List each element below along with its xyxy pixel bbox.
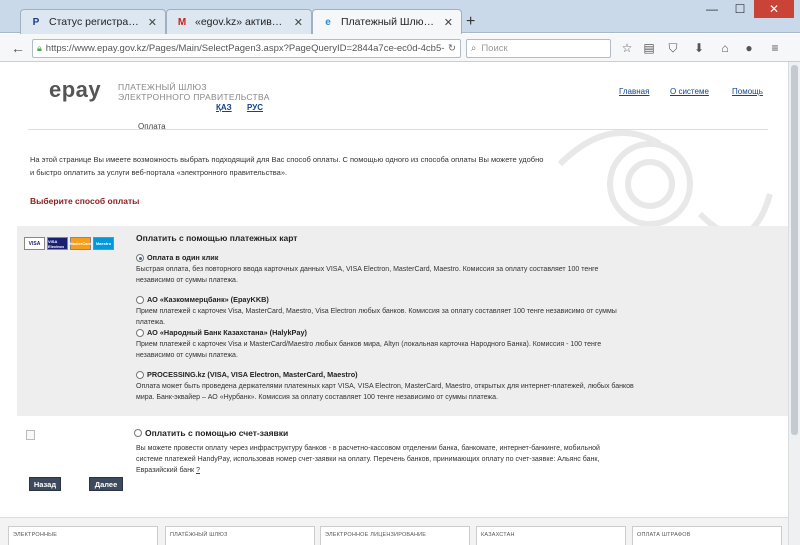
mastercard-icon: MasterCard xyxy=(70,237,92,250)
footer-banners: ЭЛЕКТРОННЫЕ ПЛАТЁЖНЫЙ ШЛЮЗ ЭЛЕКТРОННОЕ Л… xyxy=(0,517,788,545)
reload-icon[interactable]: ↻ xyxy=(444,43,460,54)
choose-payment-heading: Выберите способ оплаты xyxy=(30,196,140,206)
tab-bar: P Статус регистрации ✕ M «egov.kz» актив… xyxy=(0,0,800,34)
radio-processing[interactable] xyxy=(136,370,144,379)
invoice-desc-text: Вы можете провести оплату через инфрастр… xyxy=(136,445,600,474)
gmail-favicon-icon: M xyxy=(177,16,187,28)
radio-halyk[interactable] xyxy=(136,328,144,337)
vertical-scrollbar[interactable] xyxy=(788,62,800,545)
url-bar[interactable]: 🔒︎ https://www.epay.gov.kz/Pages/Main/Se… xyxy=(32,39,461,58)
tab-epay-gateway[interactable]: e Платежный Шлюз Электр... ✕ xyxy=(312,9,462,34)
epay-logo[interactable]: epay xyxy=(49,77,101,103)
footer-banner-egov[interactable]: ЭЛЕКТРОННЫЕ xyxy=(8,526,158,545)
home-icon[interactable]: ⌂ xyxy=(716,39,734,57)
search-field[interactable]: ⌕ Поиск xyxy=(466,39,611,58)
option-title: АО «Народный Банк Казахстана» (HalykPay) xyxy=(147,328,307,337)
option-processing: PROCESSING.kz (VISA, VISA Electron, Mast… xyxy=(136,369,636,403)
chat-icon[interactable]: ● xyxy=(740,39,758,57)
site-tagline: ПЛАТЕЖНЫЙ ШЛЮЗ ЭЛЕКТРОННОГО ПРАВИТЕЛЬСТВ… xyxy=(118,82,270,102)
tab-title: Статус регистрации xyxy=(49,16,142,28)
tab-egov-activation[interactable]: M «egov.kz» активация акка... ✕ xyxy=(166,9,312,34)
option-desc: Прием платежей с карточек Visa и MasterC… xyxy=(136,341,602,359)
navigation-toolbar: ← 🔒︎ https://www.epay.gov.kz/Pages/Main/… xyxy=(0,34,800,62)
invoice-help-link[interactable]: ? xyxy=(196,467,200,474)
card-logos: VISA VISA Electron MasterCard Maestro xyxy=(24,237,114,250)
option-halyk: АО «Народный Банк Казахстана» (HalykPay)… xyxy=(136,327,636,361)
footer-banner-licensing[interactable]: ЭЛЕКТРОННОЕ ЛИЦЕНЗИРОВАНИЕ xyxy=(320,526,470,545)
radio-invoice[interactable] xyxy=(134,429,142,437)
lang-kz-link[interactable]: ҚАЗ xyxy=(216,103,232,112)
tab-title: «egov.kz» активация акка... xyxy=(195,16,288,28)
tagline-line-1: ПЛАТЕЖНЫЙ ШЛЮЗ xyxy=(118,82,207,92)
option-title: Оплата в один клик xyxy=(147,253,219,262)
footer-banner-kazakhstan[interactable]: КАЗАХСТАН xyxy=(476,526,626,545)
back-arrow-icon[interactable]: ← xyxy=(8,38,28,58)
close-tab-icon[interactable]: ✕ xyxy=(294,16,303,29)
radio-kkb[interactable] xyxy=(136,295,144,304)
nav-home-link[interactable]: Главная xyxy=(619,87,649,96)
invoice-title: Оплатить с помощью счет-заявки xyxy=(145,428,289,438)
option-title: АО «Казкоммерцбанк» (EpayKKB) xyxy=(147,295,269,304)
intro-text: На этой странице Вы имеете возможность в… xyxy=(30,154,630,179)
menu-icon[interactable]: ≡ xyxy=(766,39,784,57)
visa-electron-card-icon: VISA Electron xyxy=(47,237,68,250)
visa-card-icon: VISA xyxy=(24,237,45,250)
paypal-favicon-icon: P xyxy=(32,16,40,28)
minimize-icon[interactable]: — xyxy=(698,0,726,18)
maximize-icon[interactable]: ☐ xyxy=(726,0,754,18)
close-window-icon[interactable]: ✕ xyxy=(754,0,794,18)
option-one-click: Оплата в один клик Быстрая оплата, без п… xyxy=(136,252,636,286)
breadcrumb-divider xyxy=(28,129,768,130)
lock-icon: 🔒︎ xyxy=(37,43,42,53)
tab-registration-status[interactable]: P Статус регистрации ✕ xyxy=(20,9,166,34)
pocket-icon[interactable]: ⛉ xyxy=(664,39,682,57)
maestro-card-icon: Maestro xyxy=(93,237,114,250)
intro-line-1: На этой странице Вы имеете возможность в… xyxy=(30,155,544,164)
radio-one-click[interactable] xyxy=(136,253,144,262)
back-button[interactable]: Назад xyxy=(29,477,61,491)
scrollbar-thumb[interactable] xyxy=(791,65,798,435)
option-desc: Быстрая оплата, без повторного ввода кар… xyxy=(136,266,599,284)
nav-about-link[interactable]: О системе xyxy=(670,87,709,96)
new-tab-button[interactable]: + xyxy=(466,13,475,31)
nav-help-link[interactable]: Помощь xyxy=(732,87,763,96)
download-icon[interactable]: ⬇ xyxy=(690,39,708,57)
reading-list-icon[interactable]: ▤ xyxy=(640,39,658,57)
intro-line-2: и быстро оплатить за услуги веб-портала … xyxy=(30,167,288,177)
search-icon: ⌕ xyxy=(471,43,477,54)
lang-ru-link[interactable]: РУС xyxy=(247,103,263,112)
invoice-icon xyxy=(26,430,35,440)
page-content: epay ПЛАТЕЖНЫЙ ШЛЮЗ ЭЛЕКТРОННОГО ПРАВИТЕ… xyxy=(0,62,800,545)
logo-text: epay xyxy=(49,77,102,102)
footer-banner-fines[interactable]: ОПЛАТА ШТРАФОВ xyxy=(632,526,782,545)
card-section-title: Оплатить с помощью платежных карт xyxy=(136,233,298,243)
tab-title: Платежный Шлюз Электр... xyxy=(341,16,438,28)
epay-favicon-icon: e xyxy=(325,16,331,28)
option-title: PROCESSING.kz (VISA, VISA Electron, Mast… xyxy=(147,370,358,379)
search-placeholder: Поиск xyxy=(481,43,508,54)
next-button[interactable]: Далее xyxy=(89,477,123,491)
invoice-desc: Вы можете провести оплату через инфрастр… xyxy=(136,443,626,476)
option-kkb: АО «Казкоммерцбанк» (EpayKKB) Прием плат… xyxy=(136,294,636,328)
bookmark-star-icon[interactable]: ☆ xyxy=(618,39,636,57)
url-text: https://www.epay.gov.kz/Pages/Main/Selec… xyxy=(45,43,444,54)
option-desc: Прием платежей с карточек Visa, MasterCa… xyxy=(136,308,617,326)
close-tab-icon[interactable]: ✕ xyxy=(148,16,157,29)
close-tab-icon[interactable]: ✕ xyxy=(444,16,453,29)
tagline-line-2: ЭЛЕКТРОННОГО ПРАВИТЕЛЬСТВА xyxy=(118,92,270,102)
footer-banner-gateway[interactable]: ПЛАТЁЖНЫЙ ШЛЮЗ xyxy=(165,526,315,545)
option-desc: Оплата может быть проведена держателями … xyxy=(136,383,634,401)
window-controls: — ☐ ✕ xyxy=(698,0,794,18)
invoice-heading: Оплатить с помощью счет-заявки xyxy=(134,428,288,438)
